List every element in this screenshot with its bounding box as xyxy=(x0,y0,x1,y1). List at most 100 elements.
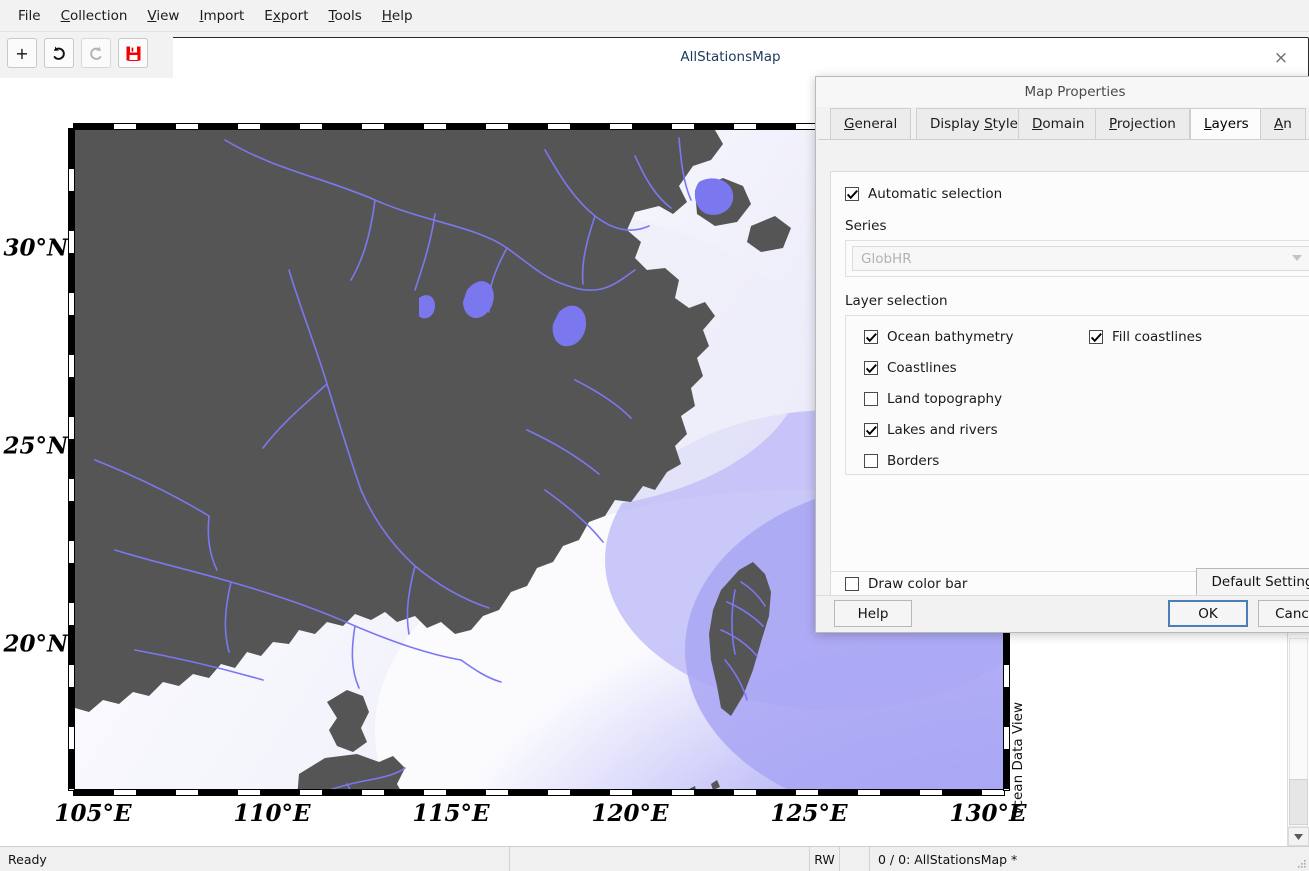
series-combo[interactable]: GlobHR xyxy=(852,246,1309,271)
layer-selection-group: Ocean bathymetry Coastlines Land topogra… xyxy=(845,315,1309,475)
checkbox-draw-color-bar[interactable]: Draw color bar xyxy=(845,576,967,592)
layers-panel: Automatic selection Series GlobHR Layer … xyxy=(830,171,1309,572)
checkbox-coastlines-box[interactable] xyxy=(864,361,878,375)
map-properties-dialog[interactable]: Map Properties General Display Style Dom… xyxy=(815,76,1309,633)
checkbox-borders-box[interactable] xyxy=(864,454,878,468)
tab-allstationsmap-label: AllStationsMap xyxy=(680,49,781,65)
y-tick-25n: 25°N xyxy=(3,432,68,460)
checkbox-draw-color-bar-box[interactable] xyxy=(845,577,859,591)
checkbox-lakes-and-rivers-box[interactable] xyxy=(864,423,878,437)
menu-collection-post: ollection xyxy=(70,7,128,24)
x-tick-110e: 110°E xyxy=(233,800,311,827)
checkbox-borders-label: Borders xyxy=(887,453,940,469)
redo-icon xyxy=(87,44,105,62)
tab-domain-label: omain xyxy=(1042,116,1085,132)
tab-general-mnemonic: G xyxy=(844,116,855,132)
menu-file-pre: F xyxy=(18,7,25,24)
menu-help-mnemonic: H xyxy=(381,7,392,24)
undo-icon xyxy=(50,44,68,62)
tab-general[interactable]: General xyxy=(830,108,912,139)
tab-allstationsmap[interactable]: AllStationsMap × xyxy=(152,37,1309,78)
tab-general-label: eneral xyxy=(854,116,898,132)
cancel-button[interactable]: Cancel xyxy=(1258,600,1309,627)
ok-button[interactable]: OK xyxy=(1168,600,1248,627)
map-frame-bottom xyxy=(73,789,1005,796)
tab-display-style[interactable]: Display Style xyxy=(916,108,1032,139)
close-icon[interactable]: × xyxy=(1270,47,1292,69)
x-tick-125e: 125°E xyxy=(770,800,848,827)
menu-import-post: mport xyxy=(203,7,245,24)
menu-collection-mnemonic: C xyxy=(60,7,71,24)
tab-layers[interactable]: Layers xyxy=(1190,108,1263,139)
menu-export-pre: E xyxy=(264,7,273,24)
save-button[interactable] xyxy=(118,38,148,68)
menu-export-post: port xyxy=(280,7,309,24)
menu-export-mnemonic: x xyxy=(272,7,281,24)
plus-icon: + xyxy=(15,43,29,63)
menu-view-post: iew xyxy=(156,7,180,24)
checkbox-automatic-selection[interactable]: Automatic selection xyxy=(845,186,1309,202)
application-window: File Collection View Import Export Tools… xyxy=(0,0,1309,871)
menu-export[interactable]: Export xyxy=(254,4,318,28)
status-middle xyxy=(510,847,810,871)
checkbox-automatic-selection-box[interactable] xyxy=(845,187,859,201)
status-rw-mode: RW xyxy=(810,847,840,871)
tab-display-style-label: tyle xyxy=(992,116,1018,132)
checkbox-fill-coastlines-label: Fill coastlines xyxy=(1112,329,1203,345)
checkbox-draw-color-bar-label: Draw color bar xyxy=(868,576,968,592)
checkbox-land-topography-label: Land topography xyxy=(887,391,1003,407)
tab-annotations[interactable]: An xyxy=(1260,108,1306,139)
tab-domain-mnemonic: D xyxy=(1032,116,1043,132)
add-button[interactable]: + xyxy=(7,38,37,68)
checkbox-ocean-bathymetry-label: Ocean bathymetry xyxy=(887,329,1014,345)
tab-projection-label: rojection xyxy=(1116,116,1176,132)
y-tick-30n: 30°N xyxy=(3,234,68,262)
tab-layers-mnemonic: L xyxy=(1204,116,1212,132)
tab-projection[interactable]: Projection xyxy=(1095,108,1190,139)
dialog-footer: Help OK Cancel xyxy=(816,595,1309,632)
x-tick-115e: 115°E xyxy=(412,800,490,827)
dialog-title: Map Properties xyxy=(816,77,1309,107)
tab-domain[interactable]: Domain xyxy=(1018,108,1099,139)
status-message: Ready xyxy=(0,847,510,871)
menu-file[interactable]: File xyxy=(8,4,51,28)
tab-display-style-pre: Display xyxy=(930,116,985,132)
checkbox-coastlines[interactable]: Coastlines xyxy=(864,360,1309,376)
checkbox-fill-coastlines[interactable]: Fill coastlines xyxy=(1089,329,1202,345)
resize-grip-icon[interactable] xyxy=(1295,847,1309,871)
checkbox-lakes-and-rivers[interactable]: Lakes and rivers xyxy=(864,422,1309,438)
help-button[interactable]: Help xyxy=(834,600,912,627)
checkbox-automatic-selection-label: Automatic selection xyxy=(868,186,1003,202)
menu-bar: File Collection View Import Export Tools… xyxy=(0,0,1309,32)
status-bar: Ready RW 0 / 0: AllStationsMap * xyxy=(0,846,1309,871)
menu-help[interactable]: Help xyxy=(372,4,423,28)
scrollbar-thumb[interactable] xyxy=(1289,779,1308,825)
menu-collection[interactable]: Collection xyxy=(51,4,138,28)
checkbox-ocean-bathymetry[interactable]: Ocean bathymetry xyxy=(864,329,1309,345)
checkbox-land-topography-box[interactable] xyxy=(864,392,878,406)
redo-button[interactable] xyxy=(81,38,111,68)
status-document: 0 / 0: AllStationsMap * xyxy=(878,851,1018,867)
checkbox-lakes-and-rivers-label: Lakes and rivers xyxy=(887,422,998,438)
default-settings-button[interactable]: Default Settings xyxy=(1196,568,1309,596)
checkbox-fill-coastlines-box[interactable] xyxy=(1089,330,1103,344)
menu-tools[interactable]: Tools xyxy=(319,4,372,28)
series-label: Series xyxy=(845,218,887,234)
checkbox-ocean-bathymetry-box[interactable] xyxy=(864,330,878,344)
checkbox-borders[interactable]: Borders xyxy=(864,453,1309,469)
checkbox-land-topography[interactable]: Land topography xyxy=(864,391,1309,407)
menu-import[interactable]: Import xyxy=(189,4,254,28)
tab-projection-mnemonic: P xyxy=(1109,116,1117,132)
tab-strip: AllStationsMap × xyxy=(151,32,1309,78)
odv-watermark: Ocean Data View xyxy=(1010,702,1026,819)
menu-view[interactable]: View xyxy=(137,4,189,28)
y-tick-20n: 20°N xyxy=(3,630,68,658)
series-combo-value: GlobHR xyxy=(861,250,912,267)
scroll-down-arrow-icon[interactable] xyxy=(1288,827,1309,846)
menu-tools-post: ools xyxy=(334,7,362,24)
save-floppy-icon xyxy=(125,45,142,62)
toolbar-strip: + AllStationsMap × xyxy=(0,32,1309,78)
menu-file-post: ile xyxy=(24,7,41,24)
status-spacer xyxy=(840,847,870,871)
undo-button[interactable] xyxy=(44,38,74,68)
